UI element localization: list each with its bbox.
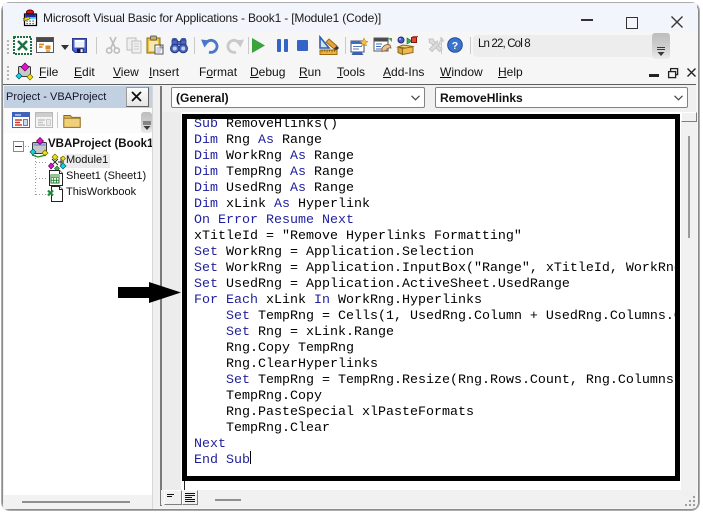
svg-text:?: ?: [452, 40, 458, 52]
